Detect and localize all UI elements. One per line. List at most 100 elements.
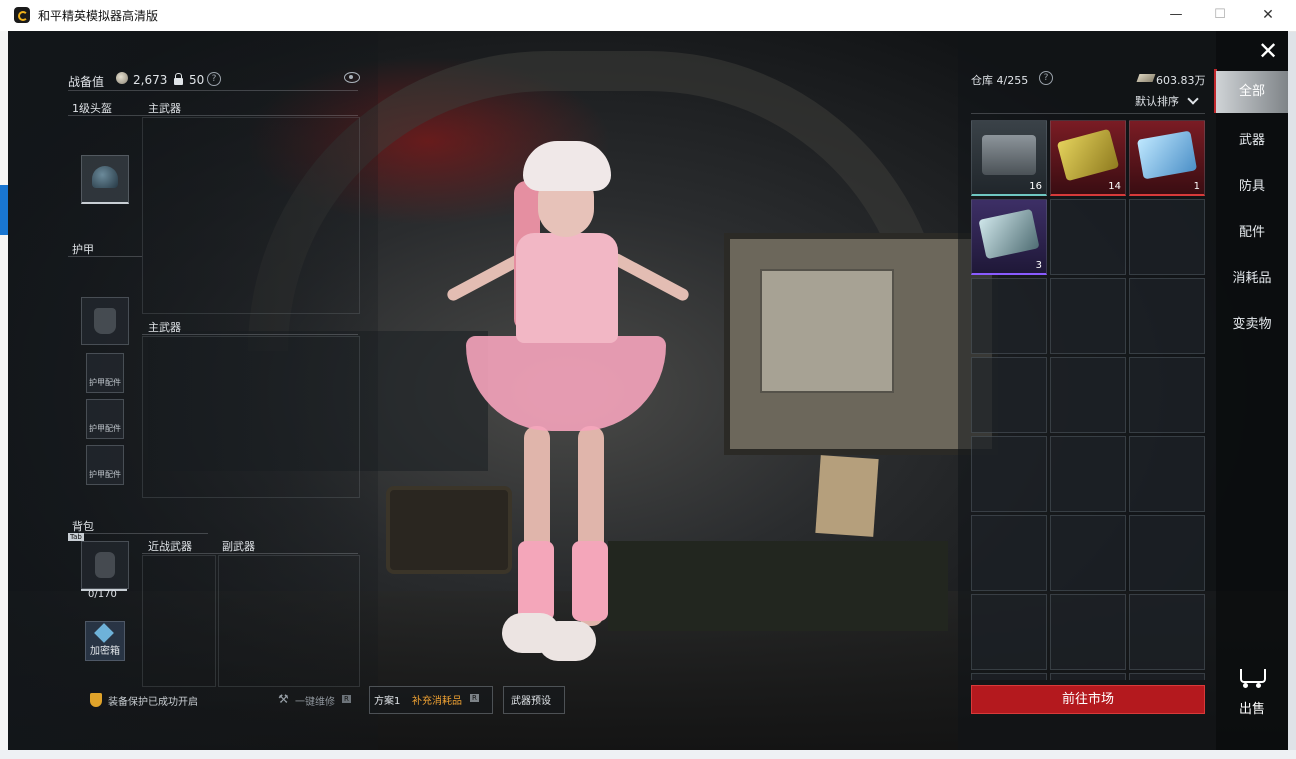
window-titlebar: 和平精英模拟器高清版 — ☐ ✕ — [0, 0, 1296, 32]
background-app-bottom — [0, 750, 1296, 759]
warehouse-empty-slot[interactable] — [1129, 594, 1205, 670]
refill-hotkey-badge: R — [470, 694, 479, 702]
warehouse-item-ammo-box[interactable]: 16 — [971, 120, 1047, 196]
warehouse-empty-slot[interactable] — [971, 357, 1047, 433]
warehouse-empty-slot[interactable] — [1050, 278, 1126, 354]
armor-slot[interactable] — [81, 297, 129, 345]
background-app-sliver — [0, 31, 8, 759]
lock-icon — [174, 73, 183, 85]
helmet-label: 1级头盔 — [72, 102, 112, 115]
encrypted-crate-slot[interactable]: 加密箱 — [85, 621, 125, 661]
character-shoe-right — [538, 621, 596, 661]
helmet-slot[interactable] — [81, 155, 129, 204]
backpack-icon — [95, 552, 115, 578]
warehouse-empty-slot[interactable] — [1050, 594, 1126, 670]
visibility-eye-icon[interactable] — [344, 72, 360, 83]
warehouse-empty-slot[interactable] — [1129, 515, 1205, 591]
header-divider — [68, 90, 358, 91]
window-close-button[interactable]: ✕ — [1248, 5, 1288, 25]
character-arm-right — [609, 251, 691, 303]
warehouse-empty-slot[interactable] — [1050, 673, 1126, 680]
category-consumables[interactable]: 消耗品 — [1216, 267, 1288, 286]
cart-wheel — [1256, 683, 1261, 688]
armor-label: 护甲 — [72, 243, 94, 256]
backpack-divider — [68, 533, 208, 534]
ice-card-icon — [1136, 130, 1198, 180]
sell-button[interactable]: 出售 — [1239, 698, 1265, 717]
refill-consumables-button[interactable]: 补充消耗品 — [412, 692, 462, 707]
warehouse-empty-slot[interactable] — [1129, 357, 1205, 433]
backpack-slot[interactable] — [81, 541, 129, 589]
armor-attachment-slot-1[interactable]: 护甲配件 — [86, 353, 124, 393]
category-weapons[interactable]: 武器 — [1216, 129, 1288, 148]
sort-dropdown[interactable]: 默认排序 — [1135, 93, 1179, 109]
cart-icon[interactable] — [1234, 665, 1266, 688]
encrypted-crate-label: 加密箱 — [90, 646, 120, 657]
warehouse-empty-slot[interactable] — [1050, 515, 1126, 591]
warehouse-empty-slot[interactable] — [1050, 357, 1126, 433]
warehouse-help-icon[interactable]: ? — [1039, 71, 1053, 85]
secondary-weapon-slot[interactable] — [218, 555, 360, 687]
crate-gem-icon — [94, 623, 114, 643]
gear-value: 2,673 — [133, 73, 168, 87]
ticket-icon — [978, 208, 1040, 260]
warehouse-empty-slot[interactable] — [971, 515, 1047, 591]
shield-icon — [90, 693, 102, 707]
weapons-divider — [142, 553, 358, 554]
warehouse-empty-slot[interactable] — [971, 673, 1047, 680]
repair-hotkey-badge: R — [342, 695, 351, 703]
helmet-divider — [68, 115, 358, 116]
category-attachments[interactable]: 配件 — [1216, 221, 1288, 240]
warehouse-item-gold-card[interactable]: 14 — [1050, 120, 1126, 196]
warehouse-empty-slot[interactable] — [971, 278, 1047, 354]
primary-weapon-1-slot[interactable] — [142, 117, 360, 314]
warehouse-empty-slot[interactable] — [971, 436, 1047, 512]
one-click-repair-button[interactable]: 一键维修 — [295, 693, 335, 708]
item-count: 1 — [1193, 181, 1200, 192]
gear-value-label: 战备值 — [68, 75, 105, 89]
helmet-icon — [92, 166, 118, 188]
gear-help-icon[interactable]: ? — [207, 72, 221, 86]
minimize-button[interactable]: — — [1156, 5, 1196, 25]
app-logo-icon — [14, 7, 30, 23]
backpack-capacity: 0/170 — [88, 589, 117, 600]
cash-icon — [1136, 74, 1156, 82]
character-skirt — [466, 336, 666, 431]
category-armor[interactable]: 防具 — [1216, 175, 1288, 194]
gold-card-icon — [1056, 128, 1120, 182]
primary-weapon-2-slot[interactable] — [142, 336, 360, 498]
armor-attachment-slot-2[interactable]: 护甲配件 — [86, 399, 124, 439]
melee-weapon-slot[interactable] — [142, 555, 216, 687]
warehouse-empty-slot[interactable] — [1129, 436, 1205, 512]
warehouse-empty-slot[interactable] — [971, 594, 1047, 670]
warehouse-item-ice-card[interactable]: 1 — [1129, 120, 1205, 196]
close-icon[interactable]: ✕ — [1258, 39, 1278, 63]
cart-wheel — [1243, 683, 1248, 688]
coin-icon — [116, 72, 128, 84]
warehouse-empty-slot[interactable] — [1129, 673, 1205, 680]
cash-balance: 603.83万 — [1156, 74, 1206, 87]
scene-paper — [815, 455, 879, 537]
maximize-button[interactable]: ☐ — [1200, 5, 1240, 25]
warehouse-grid: 16 14 1 3 — [971, 120, 1205, 680]
go-to-market-button[interactable]: 前往市场 — [971, 685, 1205, 714]
warehouse-empty-slot[interactable] — [1050, 199, 1126, 275]
warehouse-empty-slot[interactable] — [1050, 436, 1126, 512]
warehouse-empty-slot[interactable] — [1129, 199, 1205, 275]
equipment-protection-status: 装备保护已成功开启 — [108, 697, 198, 708]
weapon-preset-label[interactable]: 武器预设 — [511, 692, 551, 707]
warehouse-item-ticket[interactable]: 3 — [971, 199, 1047, 275]
lock-value: 50 — [189, 73, 205, 87]
armor-attachment-label: 护甲配件 — [89, 378, 121, 387]
armor-attachment-label: 护甲配件 — [89, 470, 121, 479]
plan-label[interactable]: 方案1 — [374, 692, 400, 707]
primary-weapon-2-divider — [142, 334, 358, 335]
game-viewport: 战备值 2,673 50 ? 1级头盔 主武器 护甲 护甲配件 护甲配件 护甲配… — [8, 31, 1288, 750]
category-all[interactable]: 全部 — [1216, 71, 1288, 113]
armor-attachment-slot-3[interactable]: 护甲配件 — [86, 445, 124, 485]
category-sellables[interactable]: 变卖物 — [1216, 313, 1288, 332]
player-character[interactable] — [438, 141, 698, 661]
warehouse-empty-slot[interactable] — [1129, 278, 1205, 354]
item-count: 14 — [1108, 181, 1121, 192]
background-app-highlight — [0, 185, 8, 235]
